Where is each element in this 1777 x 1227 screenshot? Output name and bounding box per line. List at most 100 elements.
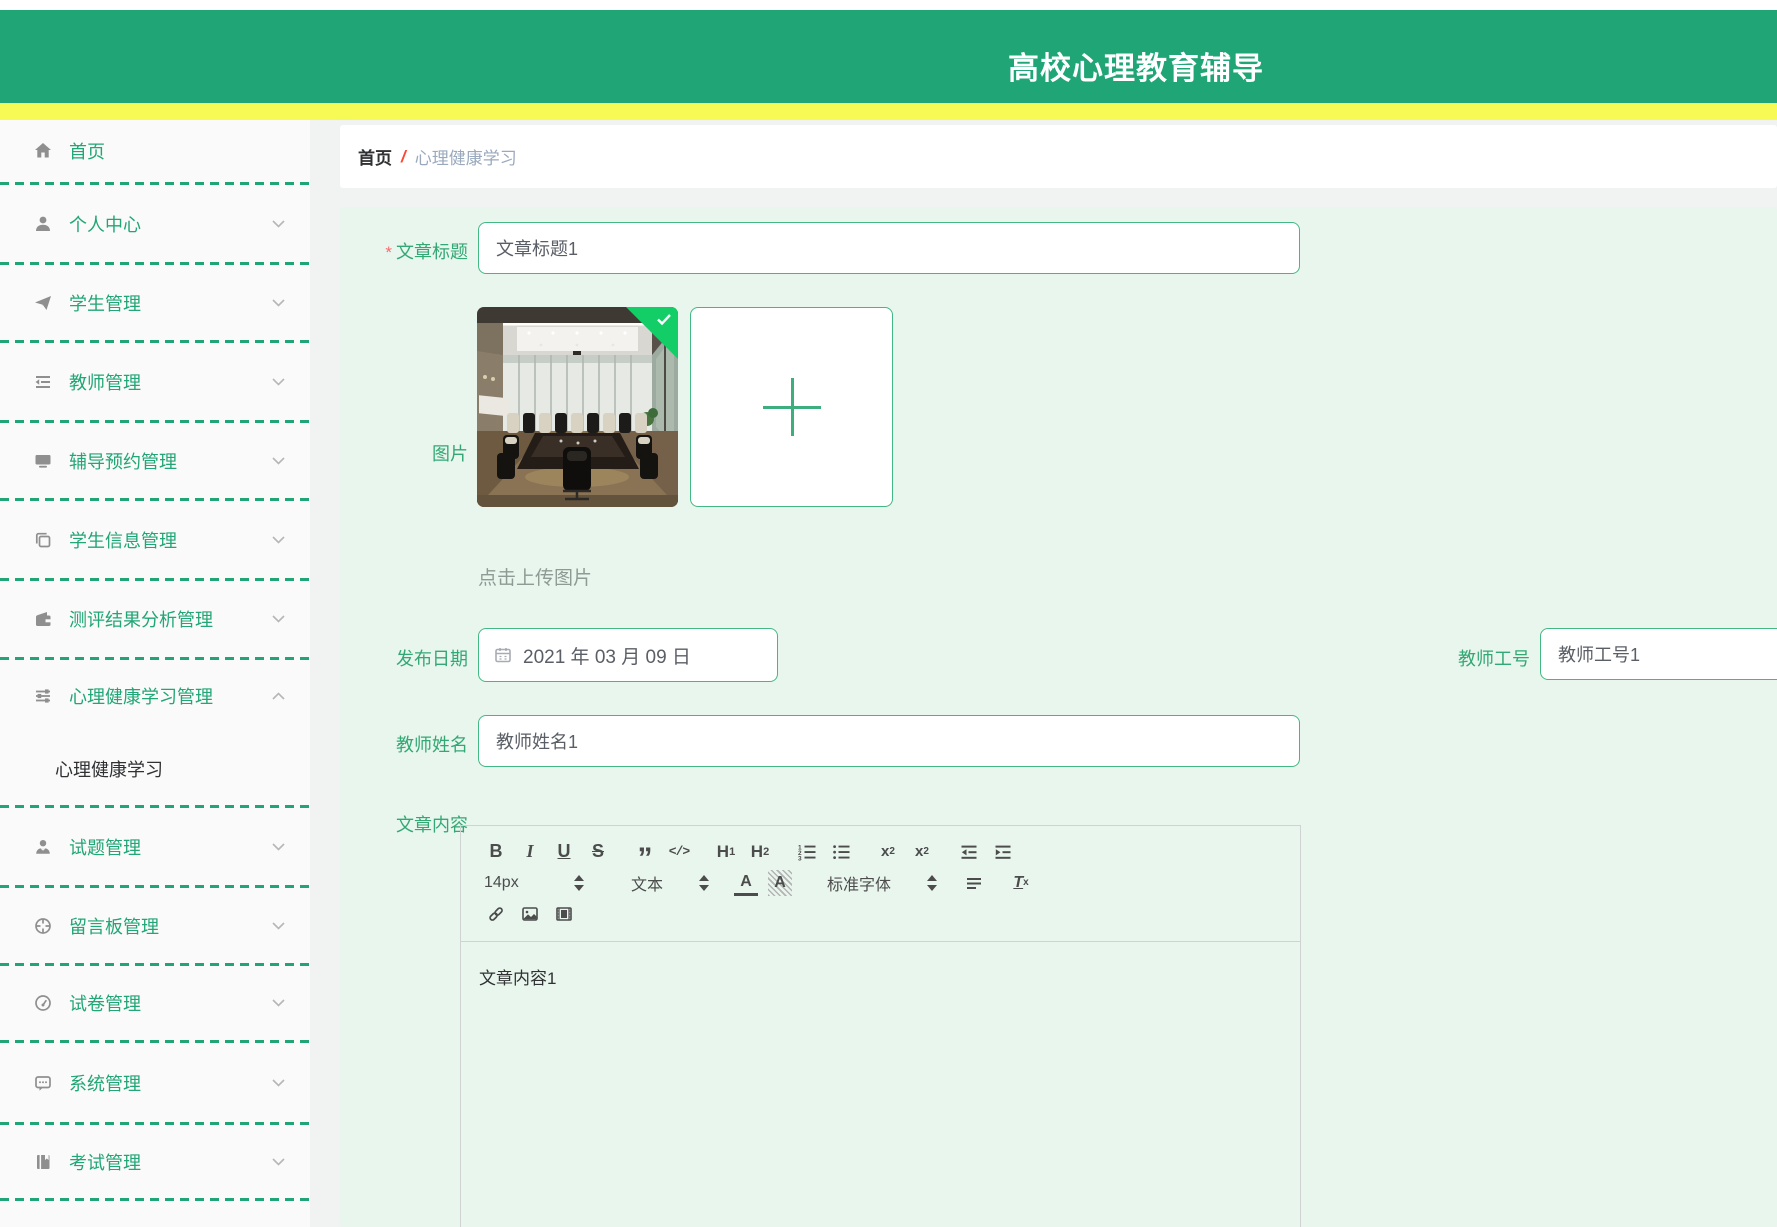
sidebar-item-exam-paper-mgmt[interactable]: 试卷管理 [0,966,310,1040]
sidebar-item-system-mgmt[interactable]: 系统管理 [0,1043,310,1122]
sidebar-item-counsel-booking-mgmt[interactable]: 辅导预约管理 [0,423,310,498]
clear-format-button[interactable]: Tx [1009,870,1033,896]
text-color-button[interactable]: A [734,870,758,896]
wallet-icon [33,608,55,630]
breadcrumb: 首页 / 心理健康学习 [340,125,1777,188]
teacher-no-label: 教师工号 [1458,649,1530,669]
sidebar-subitem-label: 心理健康学习 [55,759,163,780]
accent-strip [0,103,1777,120]
compass-icon [33,915,55,937]
heading1-button[interactable]: H1 [714,839,738,865]
sidebar-item-label: 测评结果分析管理 [69,610,213,630]
sidebar-item-label: 考试管理 [69,1152,141,1173]
app-title: 高校心理教育辅导 [1008,51,1264,86]
operation-icon [33,685,55,707]
ordered-list-button[interactable]: 123 [795,839,819,865]
chevron-down-icon [271,456,286,466]
teacher-name-input[interactable] [478,715,1300,767]
fold-icon [33,371,55,393]
font-size-select[interactable]: 14px [484,870,584,896]
home-icon [33,140,55,162]
notebook-icon [33,1151,55,1173]
chevron-down-icon [271,377,286,387]
toolbar-row-1: B I U S ” </> H1 H2 123 x2 x2 [484,836,1300,873]
superscript-button[interactable]: x2 [910,839,934,865]
align-button[interactable] [962,870,986,896]
sidebar-divider [0,1198,310,1201]
article-form: *文章标题 图片 [340,207,1777,1227]
upload-hint-text: 点击上传图片 [478,568,593,589]
breadcrumb-current: 心理健康学习 [414,149,517,168]
sidebar-menu: 首页 个人中心 学生管理 教师管理 辅导预约管理 学生信息管理 测评结果分析管理… [0,120,310,1201]
strikethrough-button[interactable]: S [586,839,610,865]
chat-icon [33,1072,55,1094]
check-icon [657,314,671,326]
bullet-list-button[interactable] [829,839,853,865]
chevron-down-icon [271,535,286,545]
gauge-icon [33,992,55,1014]
bold-button[interactable]: B [484,839,508,865]
sidebar-item-personal-center[interactable]: 个人中心 [0,185,310,262]
sidebar-subitem-mental-health-learning[interactable]: 心理健康学习 [0,732,310,805]
blockquote-button[interactable]: ” [633,839,657,873]
article-title-input[interactable] [478,222,1300,274]
sidebar-item-question-mgmt[interactable]: 试题管理 [0,808,310,885]
insert-video-icon[interactable] [552,901,576,927]
top-white-strip [0,0,1777,10]
code-block-button[interactable]: </> [667,839,691,865]
select-arrows-icon [574,874,584,891]
toolbar-row-2: 14px 文本 A A 标准字体 T x [484,867,1300,898]
sidebar-item-label: 学生信息管理 [69,530,177,551]
outdent-button[interactable] [957,839,981,865]
sidebar-item-home[interactable]: 首页 [0,120,310,182]
italic-button[interactable]: I [518,839,542,865]
sidebar-item-student-info-mgmt[interactable]: 学生信息管理 [0,501,310,578]
rich-text-editor: B I U S ” </> H1 H2 123 x2 x2 14px 文本 A … [460,825,1301,1227]
underline-button[interactable]: U [552,839,576,865]
toolbar-row-3 [484,898,1300,929]
sidebar-item-label: 学生管理 [69,293,141,314]
image-label: 图片 [432,444,468,464]
sidebar-item-student-mgmt[interactable]: 学生管理 [0,265,310,340]
copy-icon [33,529,55,551]
chevron-down-icon [271,298,286,308]
sidebar-item-message-board-mgmt[interactable]: 留言板管理 [0,888,310,963]
sidebar-item-exam-mgmt[interactable]: 考试管理 [0,1125,310,1198]
sidebar-item-label: 个人中心 [69,214,141,235]
chevron-down-icon [271,998,286,1008]
chevron-down-icon [271,1078,286,1088]
page: 高校心理教育辅导 首页 个人中心 学生管理 教师管理 辅导预约管理 学生信息管理… [0,0,1777,1227]
svg-text:3: 3 [798,855,802,862]
link-icon[interactable] [484,901,508,927]
indent-button[interactable] [991,839,1015,865]
breadcrumb-home-link[interactable]: 首页 [358,144,392,169]
insert-image-icon[interactable] [518,901,542,927]
monitor-icon [33,450,55,472]
publish-date-value: 2021 年 03 月 09 日 [523,646,691,668]
sidebar: 首页 个人中心 学生管理 教师管理 辅导预约管理 学生信息管理 测评结果分析管理… [0,120,310,1227]
heading2-button[interactable]: H2 [748,839,772,865]
article-title-label: * 文章标题 [385,242,468,262]
publish-date-picker[interactable]: 2021 年 03 月 09 日 [478,628,778,682]
person-icon [33,836,55,858]
app-header: 高校心理教育辅导 [0,10,1777,103]
select-arrows-icon [699,874,709,891]
paragraph-style-select[interactable]: 文本 [609,870,709,896]
calendar-icon [495,648,511,663]
user-icon [33,213,55,235]
font-family-select[interactable]: 标准字体 [815,870,937,896]
editor-content-area[interactable]: 文章内容1 [461,942,1300,1222]
background-color-button[interactable]: A [768,869,792,896]
sidebar-item-assessment-analysis-mgmt[interactable]: 测评结果分析管理 [0,581,310,657]
sidebar-item-label: 教师管理 [69,372,141,393]
teacher-no-input[interactable] [1540,628,1777,680]
select-arrows-icon [927,874,937,891]
uploaded-image-thumbnail[interactable] [477,307,678,507]
image-upload-button[interactable] [690,307,893,507]
subscript-button[interactable]: x2 [876,839,900,865]
sidebar-item-label: 留言板管理 [69,916,159,937]
sidebar-item-label: 系统管理 [69,1073,141,1094]
sidebar-item-teacher-mgmt[interactable]: 教师管理 [0,343,310,420]
sidebar-item-mental-health-learning-mgmt[interactable]: 心理健康学习管理 [0,660,310,732]
required-asterisk: * [385,243,392,262]
